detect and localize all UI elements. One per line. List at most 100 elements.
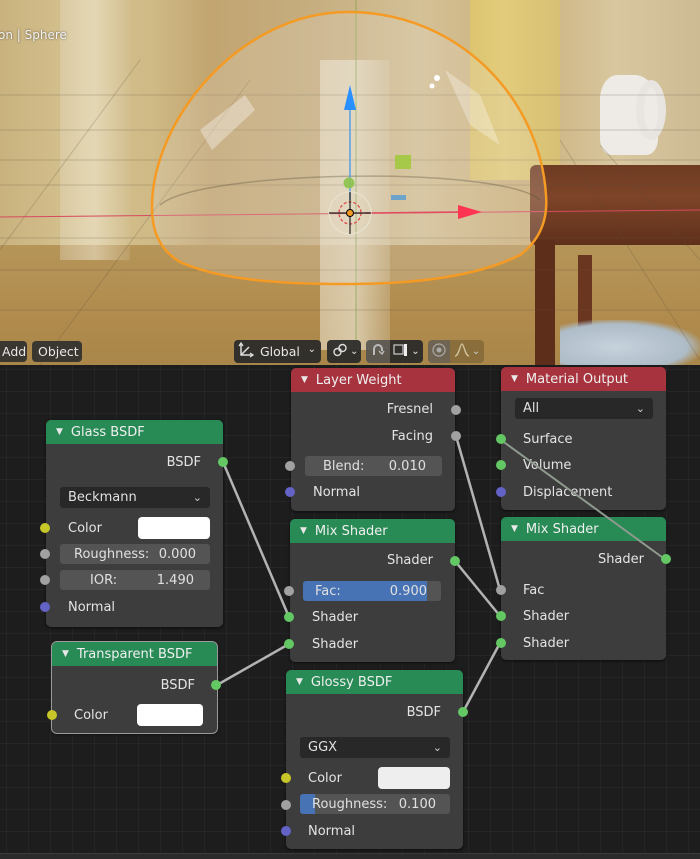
input-socket-row: Shader xyxy=(290,607,455,627)
collapse-triangle-icon[interactable]: ▼ xyxy=(511,524,518,534)
node-header[interactable]: ▼ Mix Shader xyxy=(290,519,455,543)
3d-viewport[interactable]: on | Sphere Add Object Global ⌄ ⌄ ⌄ ⌄ xyxy=(0,0,700,365)
socket-displacement-in[interactable] xyxy=(496,487,506,497)
add-menu-button[interactable]: Add xyxy=(0,341,27,362)
chevron-down-icon: ⌄ xyxy=(471,346,481,357)
output-socket-row: BSDF xyxy=(286,702,463,722)
socket-mix1-shader-out[interactable] xyxy=(450,556,460,566)
snap-increment-icon xyxy=(393,343,409,360)
falloff-dropdown[interactable]: ⌄ xyxy=(450,340,484,363)
socket-glossy-color-in[interactable] xyxy=(281,773,291,783)
input-socket-row: Normal xyxy=(286,821,463,841)
node-header[interactable]: ▼ Layer Weight xyxy=(291,368,455,392)
roughness-slider[interactable]: Roughness: 0.100 xyxy=(300,794,450,814)
node-transparent-bsdf[interactable]: ▼ Transparent BSDF BSDF Color xyxy=(51,641,218,734)
node-header[interactable]: ▼ Material Output xyxy=(501,367,666,391)
color-swatch[interactable] xyxy=(138,517,210,539)
node-header[interactable]: ▼ Transparent BSDF xyxy=(52,642,217,666)
object-info-text: on | Sphere xyxy=(0,28,67,42)
transform-orientation-dropdown[interactable]: Global ⌄ xyxy=(234,340,321,363)
socket-mix2-fac-in[interactable] xyxy=(496,585,506,595)
socket-surface-in[interactable] xyxy=(496,434,506,444)
node-header[interactable]: ▼ Glass BSDF xyxy=(46,420,223,444)
distribution-dropdown[interactable]: Beckmann ⌄ xyxy=(60,487,210,508)
collapse-triangle-icon[interactable]: ▼ xyxy=(301,375,308,385)
node-glossy-bsdf[interactable]: ▼ Glossy BSDF BSDF GGX ⌄ Color Roughness… xyxy=(286,670,463,849)
target-dropdown[interactable]: All ⌄ xyxy=(515,398,653,419)
chevron-down-icon: ⌄ xyxy=(192,491,202,504)
node-header[interactable]: ▼ Mix Shader xyxy=(501,517,666,541)
output-socket-row: Shader xyxy=(501,549,666,569)
proportional-editing-controls: ⌄ xyxy=(428,340,484,363)
socket-label: Shader xyxy=(312,636,359,652)
socket-mix1-fac-in[interactable] xyxy=(284,586,294,596)
roughness-field[interactable]: Roughness: 0.000 xyxy=(60,544,210,564)
socket-mix2-shader1-in[interactable] xyxy=(496,611,506,621)
socket-blend-in[interactable] xyxy=(285,461,295,471)
socket-label: Color xyxy=(68,520,102,536)
node-header[interactable]: ▼ Glossy BSDF xyxy=(286,670,463,694)
distribution-dropdown[interactable]: GGX ⌄ xyxy=(300,737,450,758)
node-glass-bsdf[interactable]: ▼ Glass BSDF BSDF Beckmann ⌄ Color Rough… xyxy=(46,420,223,627)
collapse-triangle-icon[interactable]: ▼ xyxy=(511,374,518,384)
socket-label: Color xyxy=(74,707,108,723)
socket-mix2-shader-out[interactable] xyxy=(661,554,671,564)
field-value: 0.010 xyxy=(388,458,426,474)
socket-label: Normal xyxy=(68,599,116,615)
socket-glossy-bsdf-out[interactable] xyxy=(458,707,468,717)
pivot-link-icon xyxy=(332,342,348,361)
color-swatch[interactable] xyxy=(137,704,203,726)
fac-slider[interactable]: Fac: 0.900 xyxy=(303,581,441,601)
collapse-triangle-icon[interactable]: ▼ xyxy=(296,677,303,687)
socket-transparent-bsdf-out[interactable] xyxy=(211,680,221,690)
socket-volume-in[interactable] xyxy=(496,460,506,470)
socket-label: Shader xyxy=(523,608,570,624)
object-origin xyxy=(346,209,354,217)
socket-glass-normal-in[interactable] xyxy=(40,602,50,612)
collapse-triangle-icon[interactable]: ▼ xyxy=(56,427,63,437)
node-layer-weight[interactable]: ▼ Layer Weight Fresnel Facing Blend: 0.0… xyxy=(291,368,455,511)
snap-toggle[interactable] xyxy=(366,340,390,363)
pivot-point-dropdown[interactable]: ⌄ xyxy=(327,340,361,363)
gizmo-x-line xyxy=(364,211,461,214)
specular-highlight xyxy=(434,75,440,81)
socket-glossy-normal-in[interactable] xyxy=(281,826,291,836)
socket-glass-roughness-in[interactable] xyxy=(40,549,50,559)
color-swatch[interactable] xyxy=(378,767,450,789)
field-value: 0.000 xyxy=(158,546,196,562)
field-label: Roughness: xyxy=(312,796,388,812)
object-menu-button[interactable]: Object xyxy=(32,341,82,362)
collapse-triangle-icon[interactable]: ▼ xyxy=(300,526,307,536)
socket-glass-ior-in[interactable] xyxy=(40,575,50,585)
socket-layer-normal-in[interactable] xyxy=(285,487,295,497)
socket-mix1-shader2-in[interactable] xyxy=(284,639,294,649)
proportional-edit-toggle[interactable] xyxy=(428,340,450,363)
falloff-curve-icon xyxy=(454,343,470,360)
node-mix-shader-1[interactable]: ▼ Mix Shader Shader Fac: 0.900 Shader Sh… xyxy=(290,519,455,662)
node-editor-footer xyxy=(0,853,700,859)
gizmo-y-handle[interactable] xyxy=(343,177,355,189)
socket-label: Normal xyxy=(308,823,356,839)
socket-mix1-shader1-in[interactable] xyxy=(284,612,294,622)
gizmo-xz-plane[interactable] xyxy=(395,155,411,169)
snap-target-dropdown[interactable]: ⌄ xyxy=(390,340,423,363)
socket-label: Shader xyxy=(312,609,359,625)
socket-label: Facing xyxy=(391,428,433,444)
socket-fresnel-out[interactable] xyxy=(451,405,461,415)
socket-mix2-shader2-in[interactable] xyxy=(496,638,506,648)
gizmo-xy-plane[interactable] xyxy=(391,195,406,200)
socket-glossy-roughness-in[interactable] xyxy=(281,800,291,810)
socket-label: Shader xyxy=(523,635,570,651)
ior-field[interactable]: IOR: 1.490 xyxy=(60,570,210,590)
node-title: Material Output xyxy=(525,371,629,387)
node-title: Layer Weight xyxy=(315,372,402,388)
socket-facing-out[interactable] xyxy=(451,431,461,441)
socket-glass-color-in[interactable] xyxy=(40,523,50,533)
socket-glass-bsdf-out[interactable] xyxy=(218,457,228,467)
socket-transparent-color-in[interactable] xyxy=(47,710,57,720)
node-mix-shader-2[interactable]: ▼ Mix Shader Shader Fac Shader Shader xyxy=(501,517,666,660)
collapse-triangle-icon[interactable]: ▼ xyxy=(62,649,69,659)
node-material-output[interactable]: ▼ Material Output All ⌄ Surface Volume D… xyxy=(501,367,666,510)
socket-label: BSDF xyxy=(166,454,201,470)
blend-field[interactable]: Blend: 0.010 xyxy=(305,456,442,476)
